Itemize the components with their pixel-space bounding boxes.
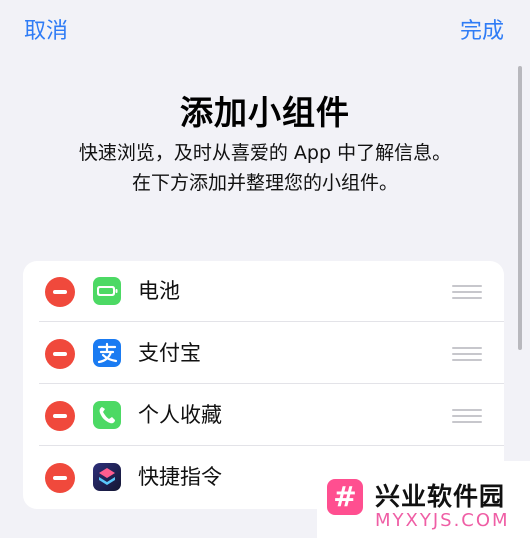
cancel-button[interactable]: 取消 [24, 16, 68, 48]
widget-label: 支付宝 [138, 341, 201, 365]
remove-button[interactable] [45, 339, 75, 369]
widget-label: 个人收藏 [138, 403, 222, 427]
watermark: # 兴业软件园 MYXYJS.COM [317, 461, 530, 538]
done-button[interactable]: 完成 [460, 16, 504, 48]
watermark-url: MYXYJS.COM [375, 510, 510, 531]
watermark-logo: # [327, 479, 363, 515]
shortcuts-icon [93, 463, 121, 491]
widget-label: 电池 [138, 279, 180, 303]
watermark-title: 兴业软件园 [375, 482, 506, 511]
drag-handle-icon[interactable] [452, 283, 482, 301]
widget-row-battery[interactable]: 电池 [23, 261, 504, 322]
remove-button[interactable] [45, 463, 75, 493]
battery-icon [93, 277, 121, 305]
remove-button[interactable] [45, 277, 75, 307]
subtitle-line-2: 在下方添加并整理您的小组件。 [131, 172, 398, 194]
remove-button[interactable] [45, 401, 75, 431]
widget-label: 快捷指令 [138, 465, 222, 489]
widget-row-favorites[interactable]: 个人收藏 [23, 385, 504, 446]
phone-icon [93, 401, 121, 429]
widget-row-alipay[interactable]: 支付宝 [23, 323, 504, 384]
page-title: 添加小组件 [180, 93, 350, 132]
drag-handle-icon[interactable] [452, 407, 482, 425]
subtitle-line-1: 快速浏览，及时从喜爱的 App 中了解信息。 [78, 142, 452, 164]
page-subtitle: 快速浏览，及时从喜爱的 App 中了解信息。 在下方添加并整理您的小组件。 [0, 138, 530, 198]
drag-handle-icon[interactable] [452, 345, 482, 363]
alipay-icon [93, 339, 121, 367]
